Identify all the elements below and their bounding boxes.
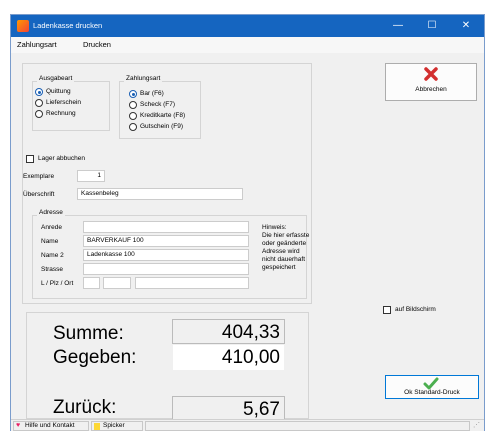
name2-field[interactable]: Ladenkasse 100 <box>83 249 249 261</box>
title-bar[interactable]: Ladenkasse drucken — ☐ ✕ <box>11 15 484 37</box>
status-hilfe[interactable]: ♥ Hilfe und Kontakt <box>13 421 89 431</box>
hinweis-text: Hinweis: Die hier erfasste oder geändert… <box>262 224 310 271</box>
anrede-label: Anrede <box>41 224 62 231</box>
lager-abbuchen-label: Lager abbuchen <box>38 155 85 162</box>
close-button[interactable]: ✕ <box>449 15 483 37</box>
status-hilfe-label: Hilfe und Kontakt <box>25 422 75 429</box>
summe-label: Summe: <box>53 323 124 344</box>
radio-rechnung-label: Rechnung <box>46 110 76 117</box>
radio-gutschein-label: Gutschein (F9) <box>140 123 183 130</box>
radio-lieferschein-label: Lieferschein <box>46 99 82 106</box>
lager-abbuchen-checkbox[interactable] <box>26 155 34 163</box>
status-bar: ♥ Hilfe und Kontakt Spicker ⋰ <box>11 419 484 431</box>
maximize-button[interactable]: ☐ <box>415 15 449 37</box>
ueberschrift-field[interactable]: Kassenbeleg <box>77 188 243 200</box>
ausgabeart-group <box>32 81 110 131</box>
minimize-button[interactable]: — <box>381 15 415 37</box>
resize-grip-icon[interactable]: ⋰ <box>473 422 481 430</box>
menu-drucken[interactable]: Drucken <box>83 40 111 49</box>
bildschirm-label: auf Bildschirm <box>395 306 436 313</box>
bildschirm-checkbox[interactable] <box>383 306 391 314</box>
exemplare-label: Exemplare <box>23 173 55 180</box>
name-label: Name <box>41 238 59 245</box>
note-icon <box>94 423 100 430</box>
dialog-content: Ausgabeart Quittung Lieferschein Rechnun… <box>11 53 484 421</box>
radio-gutschein[interactable] <box>129 123 137 131</box>
gegeben-field[interactable]: 410,00 <box>172 344 285 371</box>
strasse-field[interactable] <box>83 263 249 275</box>
ort-field[interactable] <box>135 277 249 289</box>
radio-rechnung[interactable] <box>35 110 43 118</box>
abbrechen-label: Abbrechen <box>415 86 447 93</box>
menu-zahlungsart[interactable]: Zahlungsart <box>17 40 57 49</box>
plz-field[interactable] <box>103 277 131 289</box>
window-title: Ladenkasse drucken <box>33 21 103 30</box>
ok-standard-druck-button[interactable]: Ok Standard-Druck <box>385 375 479 399</box>
ort-label: L / Plz / Ort <box>41 280 74 287</box>
ausgabeart-legend: Ausgabeart <box>37 75 75 82</box>
name-field[interactable]: BARVERKAUF 100 <box>83 235 249 247</box>
radio-kreditkarte[interactable] <box>129 112 137 120</box>
zurueck-value: 5,67 <box>172 396 285 421</box>
status-spicker-label: Spicker <box>103 422 125 429</box>
adresse-legend: Adresse <box>37 209 65 216</box>
exemplare-field[interactable]: 1 <box>77 170 105 182</box>
land-field[interactable] <box>83 277 100 289</box>
print-dialog-window: Ladenkasse drucken — ☐ ✕ Zahlungsart Dru… <box>10 14 485 431</box>
status-empty <box>145 421 470 431</box>
ok-standard-druck-label: Ok Standard-Druck <box>404 389 460 396</box>
radio-bar-label: Bar (F6) <box>140 90 164 97</box>
gegeben-label: Gegeben: <box>53 347 137 368</box>
status-spicker[interactable]: Spicker <box>91 421 143 431</box>
ueberschrift-label: Überschrift <box>23 191 55 198</box>
summe-value: 404,33 <box>172 319 285 344</box>
radio-quittung[interactable] <box>35 88 43 96</box>
radio-bar[interactable] <box>129 90 137 98</box>
zahlungsart-legend: Zahlungsart <box>124 75 163 82</box>
radio-kreditkarte-label: Kreditkarte (F8) <box>140 112 186 119</box>
app-icon <box>17 20 29 32</box>
zurueck-label: Zurück: <box>53 397 117 418</box>
radio-lieferschein[interactable] <box>35 99 43 107</box>
help-heart-icon: ♥ <box>16 422 21 429</box>
name2-label: Name 2 <box>41 252 64 259</box>
menu-bar: Zahlungsart Drucken <box>11 37 484 53</box>
cancel-x-icon <box>424 67 438 81</box>
anrede-field[interactable] <box>83 221 249 233</box>
strasse-label: Strasse <box>41 266 64 273</box>
radio-quittung-label: Quittung <box>46 88 71 95</box>
radio-scheck-label: Scheck (F7) <box>140 101 176 108</box>
radio-scheck[interactable] <box>129 101 137 109</box>
abbrechen-button[interactable]: Abbrechen <box>385 63 477 101</box>
